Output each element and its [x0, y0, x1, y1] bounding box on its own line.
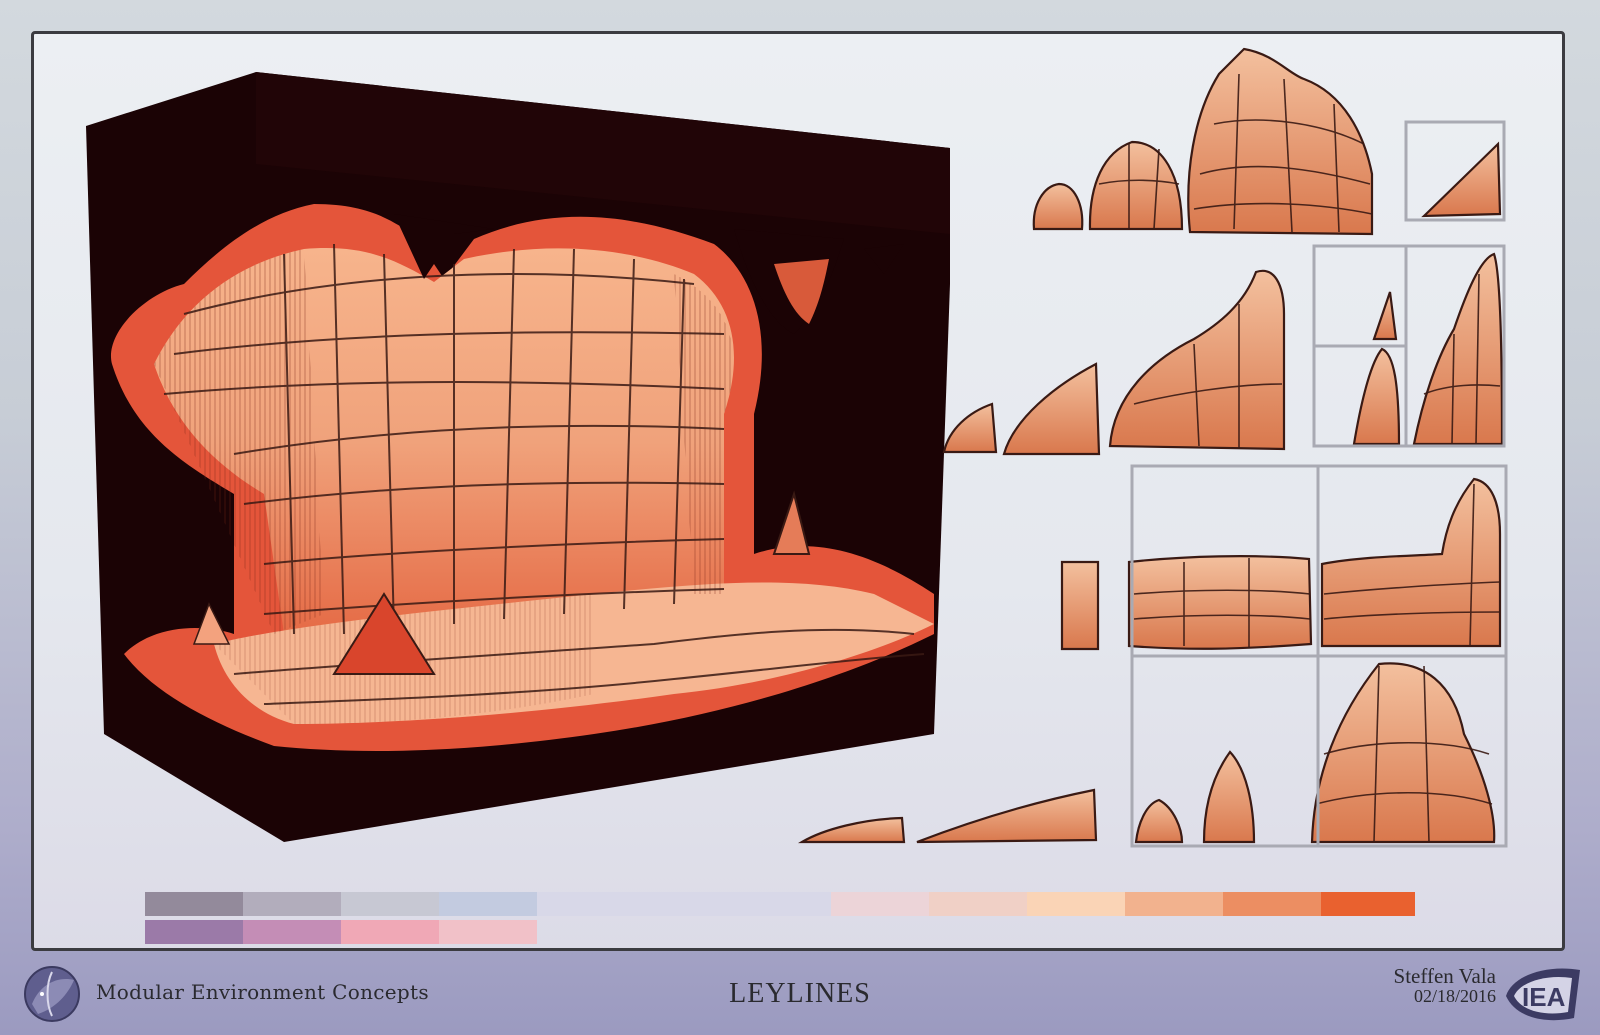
color-palette: [145, 892, 1485, 948]
palette-swatch: [635, 892, 733, 916]
iea-logo-text: IEA: [1522, 982, 1566, 1012]
concept-artwork: [86, 47, 1508, 848]
footer: Modular Environment Concepts LEYLINES St…: [0, 952, 1600, 1035]
palette-swatch: [243, 892, 341, 916]
planet-logo-icon: [24, 966, 80, 1022]
palette-swatch: [243, 920, 341, 944]
palette-swatch: [1223, 892, 1321, 916]
author-name: Steffen Vala: [1393, 964, 1496, 988]
board-subtitle: Modular Environment Concepts: [96, 980, 429, 1004]
palette-swatch: [145, 920, 243, 944]
palette-swatch: [439, 892, 537, 916]
palette-swatch: [1321, 892, 1415, 916]
palette-swatch: [1027, 892, 1125, 916]
palette-swatch: [1125, 892, 1223, 916]
palette-swatch: [439, 920, 537, 944]
palette-swatch: [537, 892, 635, 916]
palette-swatch: [341, 892, 439, 916]
palette-swatch: [145, 892, 243, 916]
author-block: Steffen Vala 02/18/2016: [1393, 964, 1496, 1007]
project-title: LEYLINES: [729, 978, 871, 1009]
iea-logo-icon: IEA: [1506, 968, 1580, 1021]
palette-swatch: [733, 892, 831, 916]
palette-swatch: [341, 920, 439, 944]
concept-board: [31, 31, 1565, 951]
cave-module: [86, 72, 950, 842]
palette-swatch: [831, 892, 929, 916]
palette-swatch: [929, 892, 1027, 916]
board-date: 02/18/2016: [1413, 986, 1496, 1006]
